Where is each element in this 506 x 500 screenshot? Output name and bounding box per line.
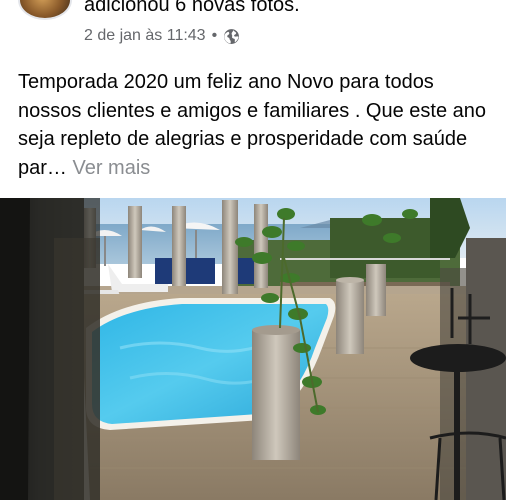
post-photo[interactable] (0, 198, 506, 500)
avatar[interactable] (18, 0, 72, 20)
post-timestamp[interactable]: 2 de jan às 11:43 (84, 27, 206, 45)
author-action-text: adicionou 6 novas fotos. (84, 0, 300, 16)
globe-icon[interactable] (223, 28, 240, 45)
see-more-link[interactable]: Ver mais (72, 157, 150, 179)
post-header: adicionou 6 novas fotos. 2 de jan às 11:… (0, 0, 506, 60)
meta-separator: • (211, 27, 218, 44)
post-text: Temporada 2020 um feliz ano Novo para to… (18, 68, 498, 182)
post-meta: 2 de jan às 11:43 • (84, 27, 240, 45)
